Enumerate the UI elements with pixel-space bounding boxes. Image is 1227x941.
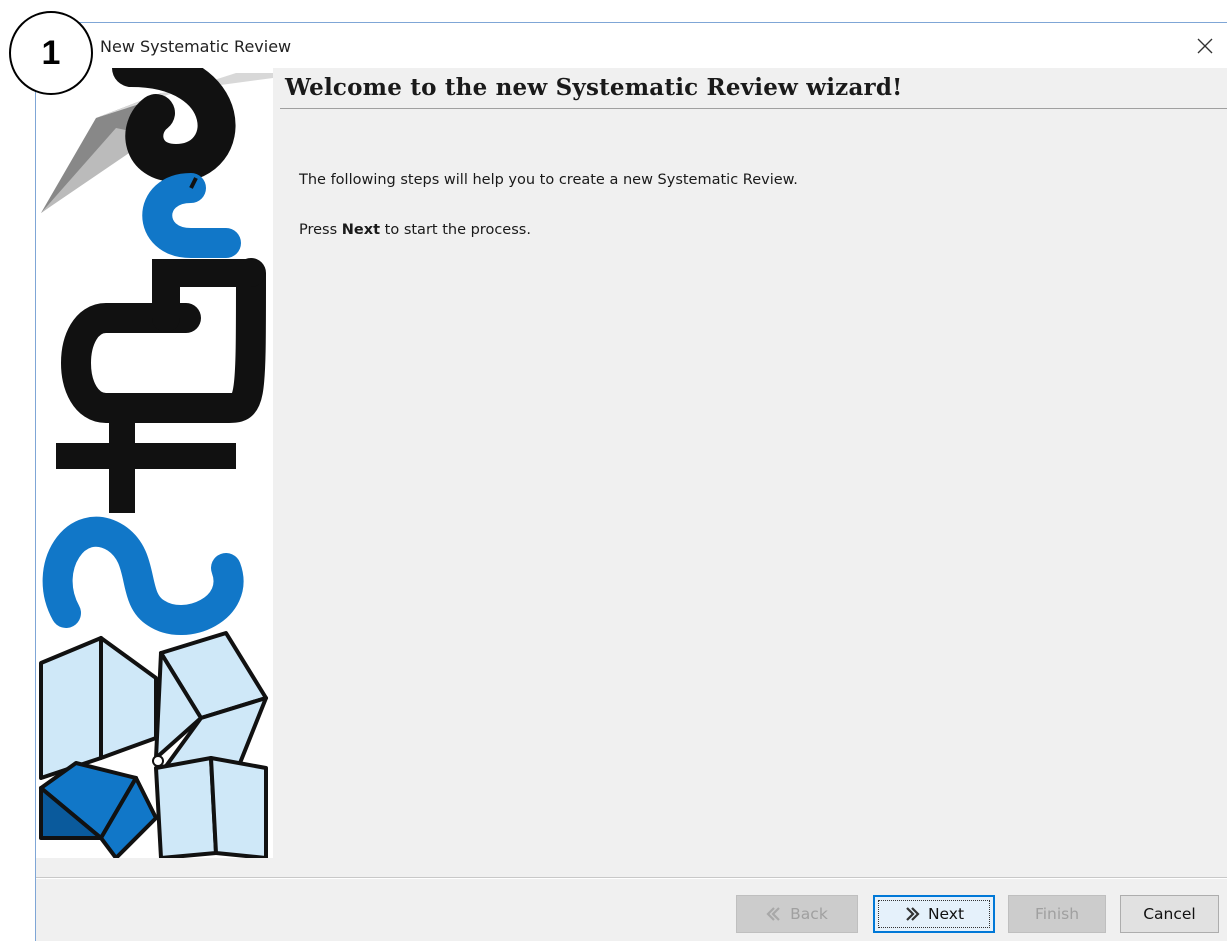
- close-button[interactable]: [1183, 23, 1227, 68]
- cancel-button[interactable]: Cancel: [1120, 895, 1219, 933]
- next-button[interactable]: Next: [873, 895, 995, 933]
- wizard-heading: Welcome to the new Systematic Review wiz…: [285, 74, 903, 101]
- back-button[interactable]: Back: [736, 895, 858, 933]
- instruction-prefix: Press: [299, 222, 342, 238]
- intro-text: The following steps will help you to cre…: [299, 172, 798, 188]
- focus-ring: [878, 900, 990, 928]
- heading-divider: [280, 108, 1227, 109]
- close-icon: [1197, 38, 1213, 53]
- finish-button[interactable]: Finish: [1008, 895, 1106, 933]
- instruction-text: Press Next to start the process.: [299, 222, 531, 238]
- wizard-window: New Systematic Review Welcome to the new…: [35, 22, 1227, 941]
- title-bar[interactable]: New Systematic Review: [36, 23, 1227, 68]
- cancel-button-label: Cancel: [1143, 905, 1196, 923]
- finish-button-label: Finish: [1034, 905, 1080, 923]
- start-logo-image: [36, 68, 273, 858]
- double-chevron-left-icon: [766, 907, 782, 921]
- wizard-content: Welcome to the new Systematic Review wiz…: [36, 68, 1227, 878]
- back-button-label: Back: [790, 905, 828, 923]
- step-number-badge: 1: [9, 11, 93, 95]
- window-title: New Systematic Review: [100, 37, 292, 56]
- instruction-next-word: Next: [341, 222, 381, 238]
- footer-divider-highlight: [36, 878, 1227, 879]
- instruction-suffix: to start the process.: [380, 222, 531, 238]
